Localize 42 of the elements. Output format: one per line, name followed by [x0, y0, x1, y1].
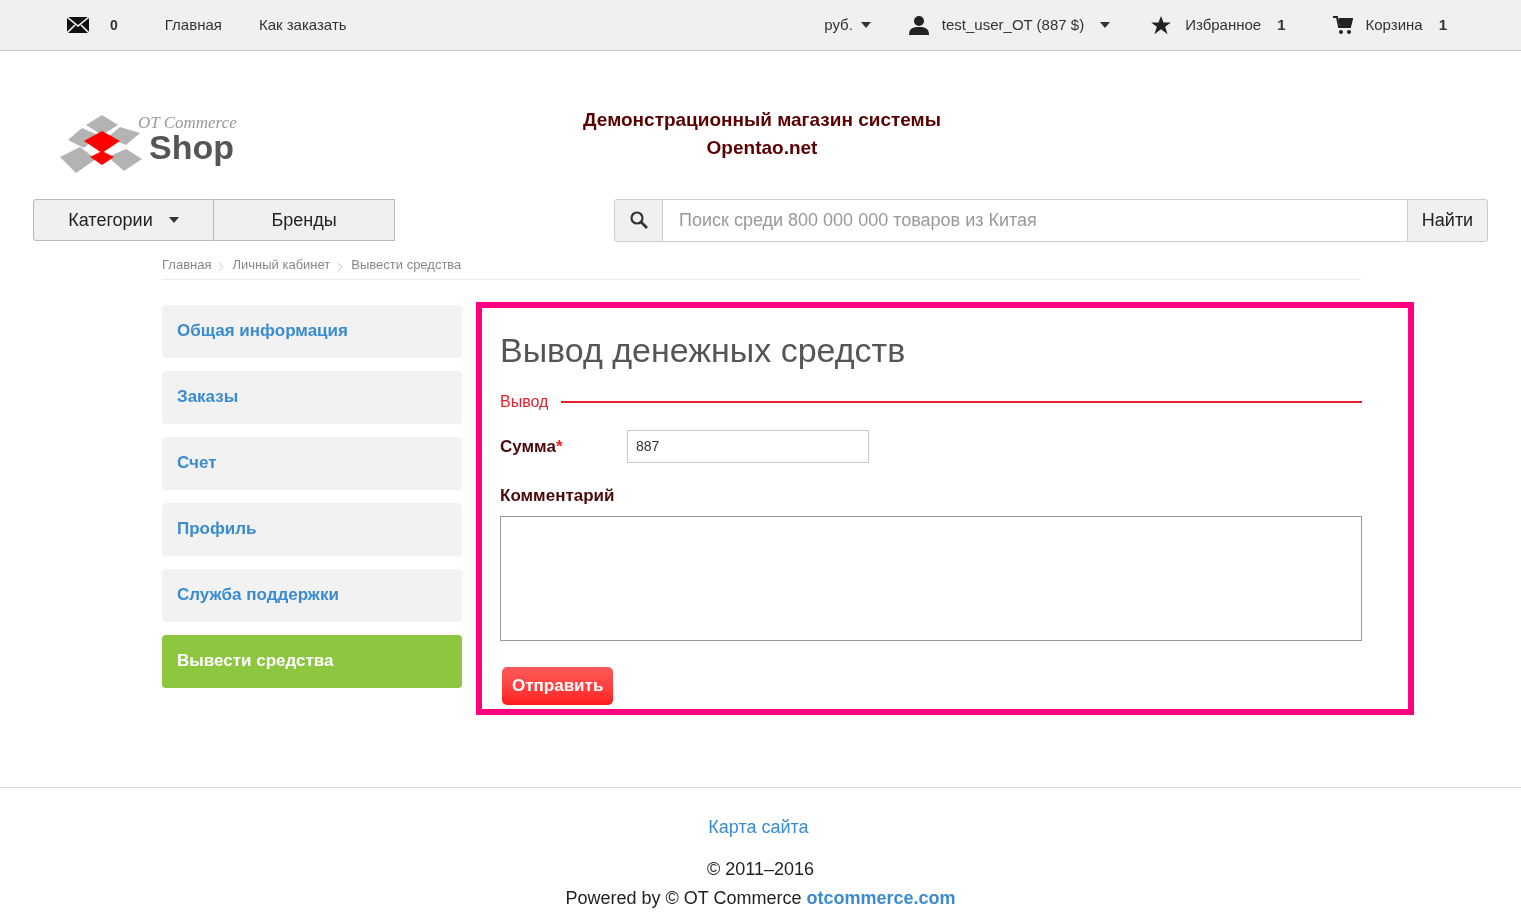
message-count: 0 [110, 15, 118, 35]
store-title: Демонстрационный магазин системы [583, 108, 941, 132]
amount-input[interactable]: 887 [627, 429, 869, 463]
search-button[interactable]: Найти [1407, 198, 1488, 242]
currency-dropdown[interactable]: руб. [824, 13, 871, 37]
sidebar-item[interactable]: Вывести средства [162, 634, 462, 688]
star-icon [1151, 15, 1172, 35]
submit-button[interactable]: Отправить [502, 667, 614, 705]
nav-button[interactable]: Категории [33, 199, 214, 241]
user-dropdown[interactable]: test_user_OT (887 $) [941, 13, 1111, 37]
search-icon[interactable] [614, 198, 663, 242]
sitemap-link[interactable]: Карта сайта [708, 813, 809, 841]
search-input[interactable]: Поиск среди 800 000 000 товаров из Китая [663, 198, 1407, 242]
copyright-text: © 2011–2016 [707, 857, 814, 881]
sidebar-item[interactable]: Профиль [162, 502, 462, 556]
powered-by-text: Powered by © OT Commerce [565, 886, 802, 910]
cart-link[interactable]: Корзина 1 [1365, 13, 1447, 37]
breadcrumb-link[interactable]: Личный кабинет [232, 255, 331, 275]
company-link[interactable]: otcommerce.com [806, 884, 956, 912]
logo-tagline: OT Commerce [138, 113, 237, 133]
section-label: Вывод [500, 391, 549, 412]
breadcrumb-link[interactable]: Главная [162, 255, 212, 275]
cart-icon [1332, 15, 1353, 35]
user-icon [908, 15, 929, 35]
field-label: Сумма* [500, 436, 563, 456]
field-label: Комментарий [500, 484, 616, 507]
favorites-link[interactable]: Избранное 1 [1185, 13, 1286, 37]
chevron-icon [338, 262, 344, 271]
page-heading: Вывод денежных средств [500, 329, 907, 370]
sidebar-item[interactable]: Общая информация [162, 304, 462, 358]
chevron-icon [219, 262, 225, 271]
sidebar-item[interactable]: Заказы [162, 370, 462, 424]
caret-icon [860, 22, 871, 28]
top-link[interactable]: Как заказать [258, 13, 347, 37]
caret-icon [1100, 22, 1111, 28]
sidebar-item[interactable]: Счет [162, 436, 462, 490]
breadcrumb-link[interactable]: Вывести средства [351, 255, 462, 275]
nav-button[interactable]: Бренды [214, 199, 395, 241]
top-link[interactable]: Главная [164, 13, 222, 37]
sidebar-item[interactable]: Служба поддержки [162, 568, 462, 622]
store-title: Opentao.net [706, 136, 818, 160]
envelope-icon[interactable] [67, 17, 89, 33]
